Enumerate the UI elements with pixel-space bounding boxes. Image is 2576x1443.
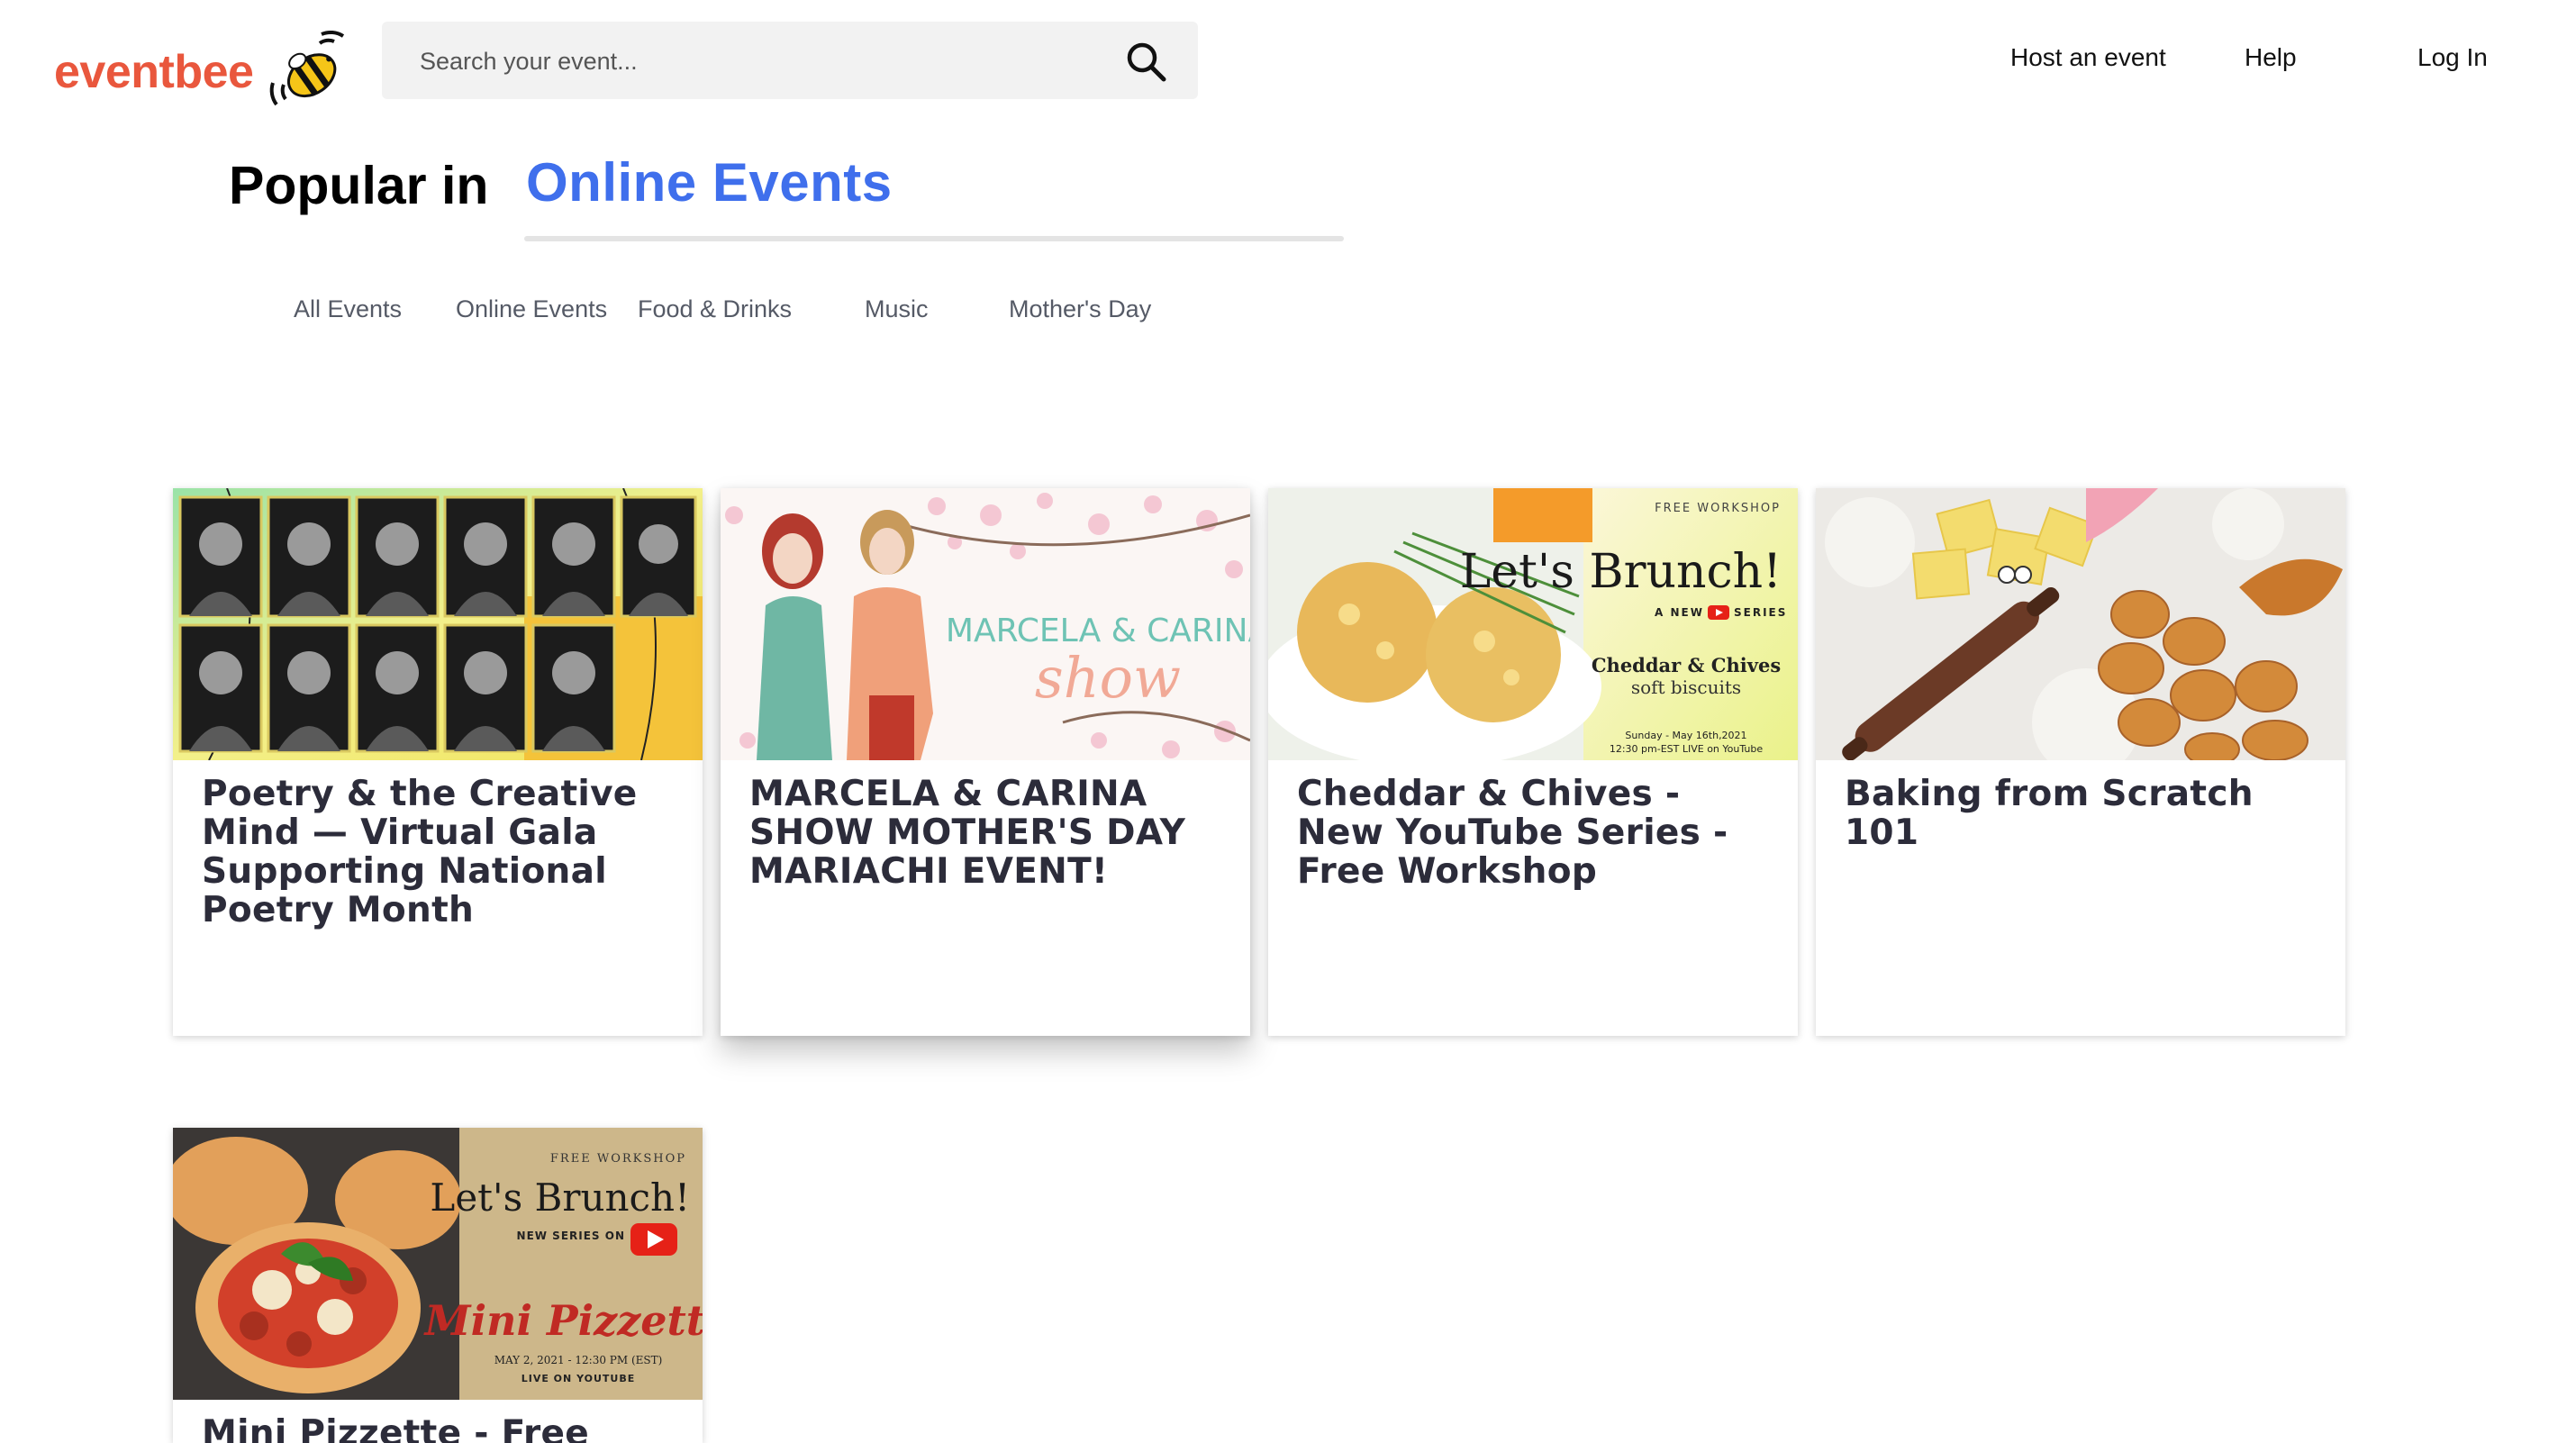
- help-link[interactable]: Help: [2245, 43, 2297, 72]
- event-card-marcela-carina[interactable]: MARCELA & CARINA show MARCELA & CARINA S…: [721, 488, 1250, 1036]
- event-image-baking: [1816, 488, 2345, 760]
- event-card-baking[interactable]: Baking from Scratch 101: [1816, 488, 2345, 1036]
- image-caption-time: 12:30 pm-EST LIVE on YouTube: [1610, 743, 1764, 755]
- event-title[interactable]: Mini Pizzette - Free: [202, 1414, 677, 1443]
- event-title[interactable]: Baking from Scratch 101: [1845, 775, 2320, 852]
- event-card-mini-pizzette[interactable]: FREE WORKSHOP Let's Brunch! NEW SERIES O…: [173, 1128, 703, 1443]
- event-image-marcela-carina: MARCELA & CARINA show: [721, 488, 1250, 760]
- image-caption-script: show: [1035, 645, 1181, 711]
- image-caption-live: LIVE ON YOUTUBE: [522, 1373, 636, 1384]
- image-caption-a-new: A NEW: [1655, 606, 1704, 619]
- image-caption-lets-brunch: Let's Brunch!: [430, 1175, 690, 1220]
- logo-text: eventbee: [54, 46, 254, 98]
- event-image-poetry: [173, 488, 703, 760]
- image-caption-subtitle: soft biscuits: [1631, 676, 1741, 698]
- event-image-mini-pizzette: FREE WORKSHOP Let's Brunch! NEW SERIES O…: [173, 1128, 703, 1400]
- tab-music[interactable]: Music: [865, 295, 929, 323]
- city-underline: [524, 236, 1344, 241]
- tab-mothers-day[interactable]: Mother's Day: [1009, 295, 1151, 323]
- city-selector[interactable]: Online Events: [526, 151, 893, 213]
- bee-icon: [270, 31, 345, 106]
- eventbee-logo[interactable]: eventbee: [54, 27, 356, 117]
- event-title[interactable]: Poetry & the Creative Mind — Virtual Gal…: [202, 775, 677, 930]
- search-icon[interactable]: [1124, 40, 1167, 83]
- image-caption-free-workshop: FREE WORKSHOP: [550, 1152, 686, 1166]
- event-card-poetry[interactable]: Poetry & the Creative Mind — Virtual Gal…: [173, 488, 703, 1036]
- search-bar: [382, 22, 1198, 101]
- image-caption-date: MAY 2, 2021 - 12:30 PM (EST): [494, 1354, 663, 1366]
- tab-online-events[interactable]: Online Events: [456, 295, 607, 323]
- image-caption-lets-brunch: Let's Brunch!: [1460, 545, 1782, 599]
- event-card-cheddar-chives[interactable]: FREE WORKSHOP Let's Brunch! A NEW SERIES…: [1268, 488, 1798, 1036]
- tab-food-drinks[interactable]: Food & Drinks: [638, 295, 792, 323]
- host-event-link[interactable]: Host an event: [2010, 43, 2166, 72]
- event-image-cheddar-chives: FREE WORKSHOP Let's Brunch! A NEW SERIES…: [1268, 488, 1798, 760]
- tab-all-events[interactable]: All Events: [294, 295, 402, 323]
- popular-heading: Popular in: [229, 156, 489, 215]
- image-caption-mini-pizzette: Mini Pizzette: [423, 1296, 703, 1345]
- image-caption-free-workshop: FREE WORKSHOP: [1655, 502, 1781, 515]
- login-link[interactable]: Log In: [2417, 43, 2488, 72]
- event-title[interactable]: Cheddar & Chives - New YouTube Series - …: [1297, 775, 1773, 891]
- event-title[interactable]: MARCELA & CARINA SHOW MOTHER'S DAY MARIA…: [749, 775, 1225, 891]
- search-input[interactable]: [418, 22, 1106, 101]
- image-caption-date: Sunday - May 16th,2021: [1625, 730, 1746, 741]
- image-caption-top: MARCELA & CARINA: [946, 613, 1250, 649]
- image-caption-product: Cheddar & Chives: [1592, 654, 1781, 676]
- image-caption-series: SERIES: [1734, 606, 1787, 619]
- image-caption-new-series: NEW SERIES ON: [517, 1230, 625, 1242]
